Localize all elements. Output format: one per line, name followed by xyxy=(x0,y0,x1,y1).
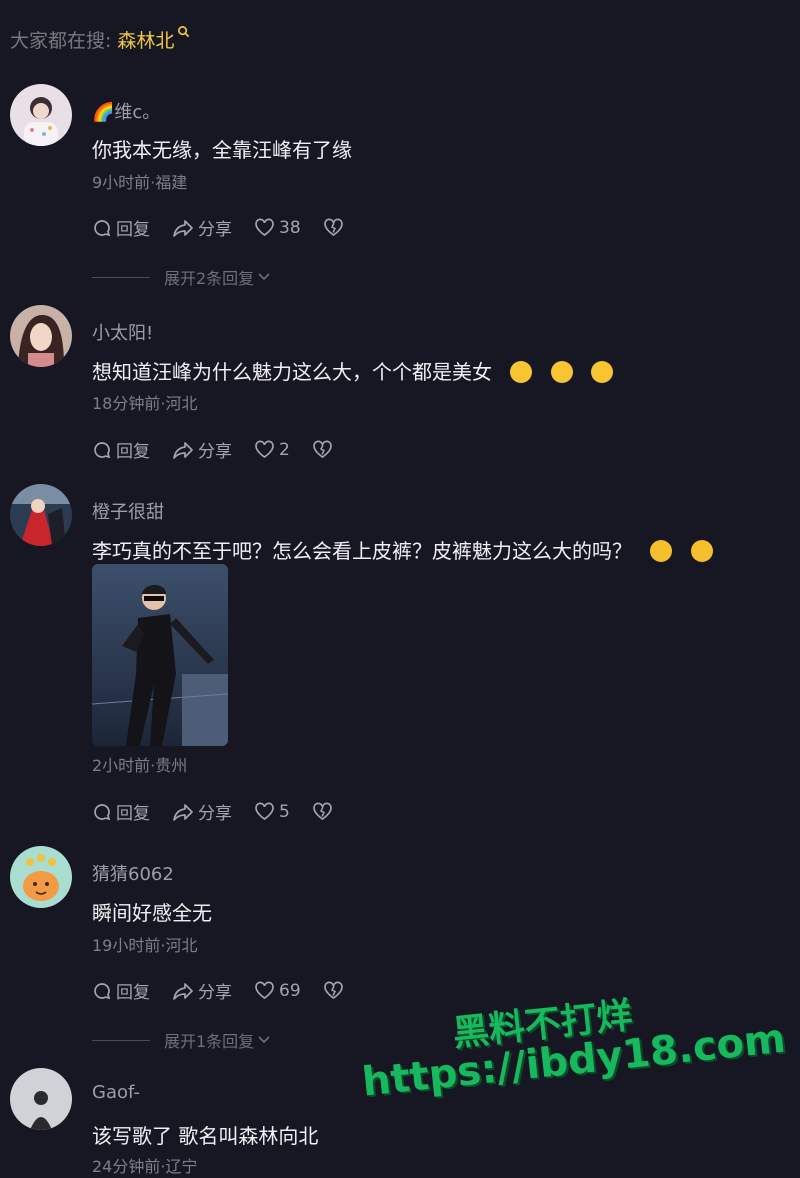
heart-icon xyxy=(255,440,274,459)
broken-heart-icon xyxy=(323,218,343,237)
broken-heart-icon xyxy=(312,440,332,459)
comment-actions: 回复 分享 69 xyxy=(92,978,370,1003)
reply-label: 回复 xyxy=(116,220,150,240)
expand-replies-label: 展开2条回复 xyxy=(164,269,255,288)
like-button[interactable]: 5 xyxy=(254,802,290,822)
comment-username[interactable]: 🌈维c。 xyxy=(92,98,160,124)
share-label: 分享 xyxy=(198,442,232,462)
comment-text: 瞬间好感全无 xyxy=(92,901,212,925)
laughing-emoji-icon xyxy=(550,361,573,383)
share-label: 分享 xyxy=(198,804,232,824)
avatar[interactable] xyxy=(10,84,72,146)
comment-text: 李巧真的不至于吧？怎么会看上皮裤？皮裤魅力这么大的吗？ xyxy=(92,539,632,563)
dislike-button[interactable] xyxy=(323,218,348,237)
reply-button[interactable]: 回复 xyxy=(92,215,150,240)
divider xyxy=(92,1039,150,1041)
comment-actions: 回复 分享 5 xyxy=(92,799,359,824)
comment-text-row: 李巧真的不至于吧？怎么会看上皮裤？皮裤魅力这么大的吗？ xyxy=(92,535,713,564)
dislike-button[interactable] xyxy=(312,802,337,821)
avatar[interactable] xyxy=(10,1068,72,1130)
laughing-emoji-icon xyxy=(510,361,533,383)
comment-image[interactable] xyxy=(92,564,228,746)
reply-button[interactable]: 回复 xyxy=(92,437,150,462)
comment-username[interactable]: 小太阳! xyxy=(92,319,153,345)
reply-icon xyxy=(94,219,111,236)
comment-panel: 大家都在搜: 森林北 🌈维c。 你我本无缘，全靠汪峰有了缘 9小时前·福建 回复… xyxy=(0,0,800,1178)
comment-username[interactable]: 橙子很甜 xyxy=(92,498,164,524)
reply-button[interactable]: 回复 xyxy=(92,799,150,824)
expand-replies[interactable]: 展开2条回复 xyxy=(92,265,271,289)
comment-actions: 回复 分享 38 xyxy=(92,215,370,240)
like-count: 5 xyxy=(279,801,290,822)
expand-replies-label: 展开1条回复 xyxy=(164,1032,255,1051)
like-button[interactable]: 69 xyxy=(254,981,301,1001)
avatar[interactable] xyxy=(10,305,72,367)
share-icon xyxy=(173,982,193,1000)
comment-meta: 2小时前·贵州 xyxy=(92,756,188,775)
comment-username[interactable]: Gaof- xyxy=(92,1082,140,1103)
share-button[interactable]: 分享 xyxy=(172,799,232,824)
avatar[interactable] xyxy=(10,846,72,908)
search-icon xyxy=(178,26,190,38)
share-icon xyxy=(173,441,193,459)
reply-button[interactable]: 回复 xyxy=(92,978,150,1003)
heart-icon xyxy=(255,981,274,1000)
laughing-emoji-icon xyxy=(591,361,614,383)
broken-heart-icon xyxy=(323,981,343,1000)
share-button[interactable]: 分享 xyxy=(172,978,232,1003)
avatar[interactable] xyxy=(10,484,72,546)
share-label: 分享 xyxy=(198,983,232,1003)
like-count: 2 xyxy=(279,439,290,460)
like-button[interactable]: 2 xyxy=(254,440,290,460)
reply-label: 回复 xyxy=(116,442,150,462)
heart-icon xyxy=(255,218,274,237)
search-hint[interactable]: 大家都在搜: 森林北 xyxy=(10,26,190,53)
reply-label: 回复 xyxy=(116,804,150,824)
comment-meta: 24分钟前·辽宁 xyxy=(92,1157,198,1176)
chevron-down-icon xyxy=(258,273,270,281)
reply-icon xyxy=(94,803,111,820)
comment-meta: 19小时前·河北 xyxy=(92,936,198,955)
comment-meta: 9小时前·福建 xyxy=(92,173,188,192)
heart-icon xyxy=(255,802,274,821)
chevron-down-icon xyxy=(258,1036,270,1044)
peeking-emoji-icon xyxy=(690,540,713,562)
like-count: 69 xyxy=(279,980,301,1001)
like-button[interactable]: 38 xyxy=(254,218,301,238)
peeking-emoji-icon xyxy=(650,540,673,562)
expand-replies[interactable]: 展开1条回复 xyxy=(92,1028,271,1052)
share-button[interactable]: 分享 xyxy=(172,215,232,240)
broken-heart-icon xyxy=(312,802,332,821)
share-icon xyxy=(173,803,193,821)
reply-icon xyxy=(94,441,111,458)
divider xyxy=(92,276,150,278)
comment-text-row: 想知道汪峰为什么魅力这么大，个个都是美女 xyxy=(92,356,614,385)
search-hint-label: 大家都在搜: xyxy=(10,30,112,52)
comment-text: 该写歌了 歌名叫森林向北 xyxy=(92,1124,319,1148)
reply-icon xyxy=(94,982,111,999)
like-count: 38 xyxy=(279,217,301,238)
comment-text: 想知道汪峰为什么魅力这么大，个个都是美女 xyxy=(92,360,492,384)
share-label: 分享 xyxy=(198,220,232,240)
search-keyword[interactable]: 森林北 xyxy=(117,26,174,53)
dislike-button[interactable] xyxy=(312,440,337,459)
comment-meta: 18分钟前·河北 xyxy=(92,394,198,413)
share-icon xyxy=(173,219,193,237)
dislike-button[interactable] xyxy=(323,981,348,1000)
comment-username[interactable]: 猜猜6062 xyxy=(92,860,174,886)
comment-actions: 回复 分享 2 xyxy=(92,437,359,462)
comment-text: 你我本无缘，全靠汪峰有了缘 xyxy=(92,138,352,162)
reply-label: 回复 xyxy=(116,983,150,1003)
share-button[interactable]: 分享 xyxy=(172,437,232,462)
